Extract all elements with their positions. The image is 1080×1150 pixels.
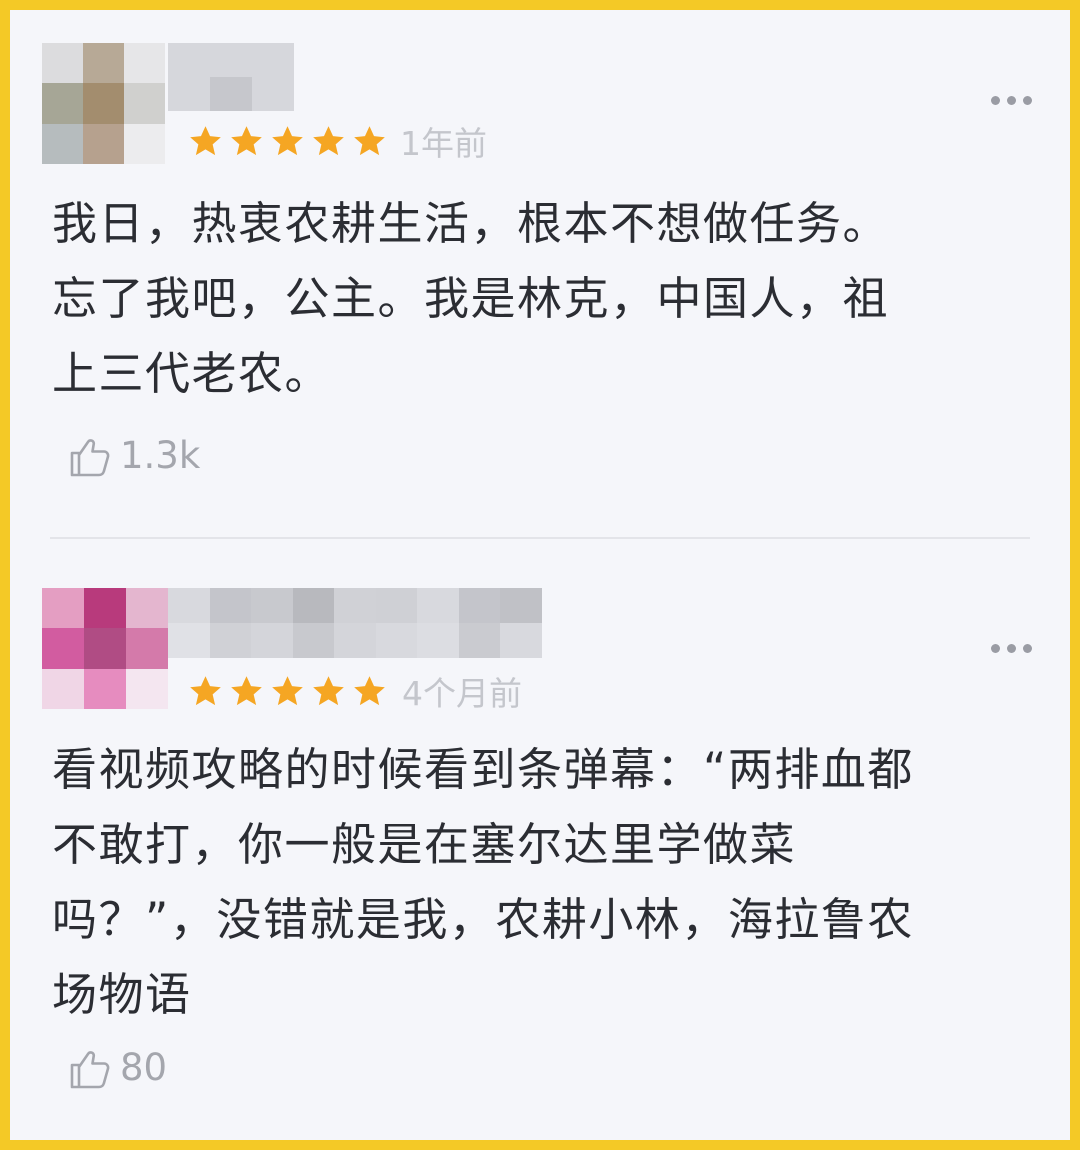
username-pixel — [252, 77, 294, 111]
star-rating — [188, 124, 387, 159]
username-pixel — [209, 623, 252, 658]
star-icon — [354, 676, 385, 706]
username-pixel — [375, 623, 418, 658]
avatar-pixel — [126, 588, 168, 629]
star-icon — [313, 676, 344, 706]
review-time: 4个月前 — [402, 674, 522, 713]
star-icon — [272, 126, 303, 156]
avatar-pixel — [124, 43, 165, 84]
username-pixel — [334, 588, 376, 623]
review-text-line: 吗？”，没错就是我，农耕小林，海拉鲁农 — [52, 893, 914, 946]
avatar[interactable] — [42, 43, 165, 164]
username-pixel — [251, 588, 293, 623]
username-blurred[interactable] — [168, 588, 542, 658]
username-pixel — [168, 623, 210, 658]
username-pixel — [210, 43, 252, 77]
avatar-pixel — [42, 628, 84, 669]
avatar[interactable] — [42, 588, 168, 709]
more-dot — [991, 96, 1000, 105]
review-text-line: 上三代老农。 — [52, 347, 332, 400]
more-dot — [1023, 644, 1032, 653]
like-button[interactable]: 80 — [64, 1042, 167, 1094]
avatar-pixel — [84, 668, 126, 709]
avatar-pixel — [42, 588, 84, 629]
star-icon — [231, 126, 262, 156]
username-pixel — [417, 588, 459, 623]
review-card: 1年前 我日，热衷农耕生活，根本不想做任务。 忘了我吧，公主。我是林克，中国人，… — [10, 10, 1070, 540]
review-text: 看视频攻略的时候看到条弹幕：“两排血都 不敢打，你一般是在塞尔达里学做菜 吗？”… — [52, 732, 1017, 1032]
more-options-button[interactable] — [991, 96, 1032, 105]
star-icon — [231, 676, 262, 706]
username-pixel — [334, 623, 376, 658]
avatar-pixel — [124, 123, 165, 164]
review-list: 1年前 我日，热衷农耕生活，根本不想做任务。 忘了我吧，公主。我是林克，中国人，… — [10, 10, 1070, 1140]
username-pixel — [292, 623, 335, 658]
username-pixel — [417, 623, 459, 658]
username-pixel — [210, 77, 252, 111]
star-icon — [190, 126, 221, 156]
review-text-line: 忘了我吧，公主。我是林克，中国人，祖 — [52, 272, 890, 325]
username-pixel — [252, 43, 294, 77]
avatar-pixel — [126, 628, 168, 669]
avatar-pixel — [42, 668, 84, 709]
review-text-line: 看视频攻略的时候看到条弹幕：“两排血都 — [52, 743, 914, 796]
like-button[interactable]: 1.3k — [64, 430, 200, 482]
avatar-pixel — [83, 123, 124, 164]
username-pixel — [209, 588, 252, 623]
divider — [50, 537, 1030, 539]
star-icon — [313, 126, 344, 156]
username-blurred[interactable] — [168, 43, 294, 111]
star-icon — [272, 676, 303, 706]
username-pixel — [458, 623, 501, 658]
username-pixel — [168, 588, 210, 623]
more-dot — [1007, 644, 1016, 653]
username-pixel — [168, 43, 210, 77]
avatar-pixel — [42, 43, 83, 84]
review-text-line: 我日，热衷农耕生活，根本不想做任务。 — [52, 197, 890, 250]
review-text-line: 场物语 — [52, 968, 192, 1021]
star-icon — [354, 126, 385, 156]
avatar-pixel — [126, 668, 168, 709]
avatar-pixel — [84, 628, 126, 669]
star-icon — [190, 676, 221, 706]
avatar-pixel — [42, 83, 83, 124]
username-pixel — [251, 623, 293, 658]
avatar-pixel — [124, 83, 165, 124]
avatar-pixel — [42, 123, 83, 164]
more-dot — [1007, 96, 1016, 105]
username-pixel — [458, 588, 501, 623]
more-dot — [1023, 96, 1032, 105]
username-pixel — [168, 77, 210, 111]
avatar-pixel — [83, 83, 124, 124]
star-rating — [188, 674, 387, 709]
review-text-line: 不敢打，你一般是在塞尔达里学做菜 — [52, 818, 797, 871]
more-dot — [991, 644, 1000, 653]
thumbs-up-icon — [64, 1042, 116, 1094]
avatar-pixel — [83, 43, 124, 84]
username-pixel — [500, 588, 542, 623]
review-card: 4个月前 看视频攻略的时候看到条弹幕：“两排血都 不敢打，你一般是在塞尔达里学做… — [10, 550, 1070, 1140]
username-pixel — [500, 623, 542, 658]
username-pixel — [375, 588, 418, 623]
like-count: 1.3k — [120, 434, 201, 477]
username-pixel — [292, 588, 335, 623]
avatar-pixel — [84, 588, 126, 629]
review-text: 我日，热衷农耕生活，根本不想做任务。 忘了我吧，公主。我是林克，中国人，祖 上三… — [52, 186, 1032, 411]
review-time: 1年前 — [400, 124, 487, 163]
thumbs-up-icon — [64, 430, 116, 482]
more-options-button[interactable] — [991, 644, 1032, 653]
like-count: 80 — [120, 1046, 168, 1089]
